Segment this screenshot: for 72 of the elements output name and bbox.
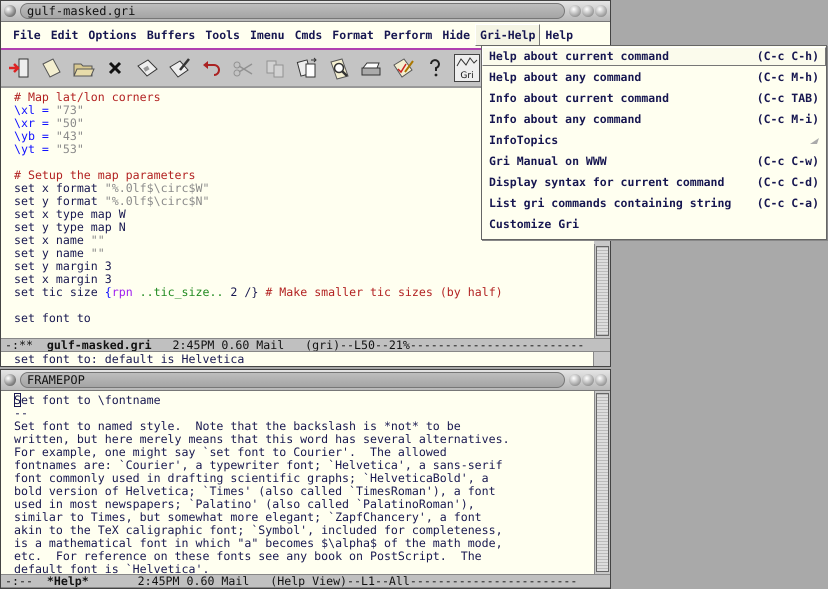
code-line: is a mathematical font in which "a" becomes $\alpha$ of the math mode, xyxy=(14,537,503,550)
checklist-icon[interactable] xyxy=(391,56,415,80)
code-line: akin to the TeX caligraphic font; `Symbol', included for completeness, xyxy=(14,524,503,537)
minimize-button[interactable] xyxy=(569,5,581,17)
code-line: etc. For reference on these fonts see any book on PostScript. The xyxy=(14,550,482,563)
menu-item[interactable]: Edit xyxy=(46,24,84,46)
menu-item[interactable]: Help about any command (C-c M-h) xyxy=(482,68,826,87)
menu-item[interactable]: InfoTopics xyxy=(482,131,826,150)
disk-pen-icon[interactable] xyxy=(167,56,191,80)
code-line: set y type map N xyxy=(14,221,126,234)
scrollbar-corner xyxy=(593,352,610,366)
window-menu-button[interactable] xyxy=(4,5,16,17)
code-line: # Setup the map parameters xyxy=(14,169,196,182)
menu-item[interactable]: Imenu xyxy=(244,24,290,46)
window-title: gulf-masked.gri xyxy=(20,3,565,19)
close-button[interactable] xyxy=(595,374,607,386)
code-line: \xl = "73" xyxy=(14,104,84,117)
code-line: set x name "" xyxy=(14,234,105,247)
close-button[interactable] xyxy=(595,5,607,17)
code-line: used in most newspapers; `Palatino' (also called `PalatinoRoman'), xyxy=(14,498,475,511)
code-line: set font to xyxy=(14,312,91,325)
scrollbar[interactable] xyxy=(594,244,610,338)
menu-item[interactable]: Hide xyxy=(437,24,476,46)
code-line: For example, one might say `set font to Courier'. The allowed xyxy=(14,446,447,459)
code-line: set y margin 3 xyxy=(14,260,112,273)
code-line: Set font to \fontname xyxy=(14,394,161,407)
code-line: set y name "" xyxy=(14,247,105,260)
menu-item[interactable]: Perform xyxy=(378,24,438,46)
scrollbar[interactable] xyxy=(594,391,610,574)
code-line: bold version of Helvetica; `Times' (also called `TimesRoman'), a font xyxy=(14,485,496,498)
maximize-button[interactable] xyxy=(582,5,594,17)
menu-item[interactable]: List gri commands containing string (C-c C-a) xyxy=(482,194,826,213)
code-line: \xr = "50" xyxy=(14,117,84,130)
menu-item[interactable]: Customize Gri xyxy=(482,215,826,234)
door-arrow-icon[interactable] xyxy=(7,56,31,80)
code-line: Set font to named style. Note that the backslash is *not* to be xyxy=(14,420,461,433)
menu-item[interactable]: File xyxy=(8,24,46,46)
menu-item[interactable]: Gri-Help xyxy=(475,24,540,46)
code-line: set x type map W xyxy=(14,208,126,221)
window-menu-button[interactable] xyxy=(4,374,16,386)
code-line: default font is `Helvetica'. xyxy=(14,563,210,574)
menu-item[interactable]: Gri Manual on WWW (C-c C-w) xyxy=(482,152,826,171)
code-line: \yb = "43" xyxy=(14,130,84,143)
menu-item[interactable]: Help about current command (C-c C-h) xyxy=(482,47,826,66)
menu-item[interactable]: Help xyxy=(540,24,578,46)
code-line: set x margin 3 xyxy=(14,273,112,286)
menu-item[interactable]: Buffers xyxy=(142,24,200,46)
menu-item[interactable]: Info about any command (C-c M-i) xyxy=(482,110,826,129)
chart-icon xyxy=(456,56,478,68)
code-line: fontnames are: `Courier', a typewriter font; `Helvetica', a sans-serif xyxy=(14,459,503,472)
gri-button[interactable]: Gri xyxy=(454,54,480,82)
code-line: set tic size {rpn ..tic_size.. 2 /} # Make smaller tic sizes (by half) xyxy=(14,286,503,299)
menu-item[interactable]: Info about current command (C-c TAB) xyxy=(482,89,826,108)
submenu-arrow-icon xyxy=(810,138,819,144)
echo-area: set font to: default is Helvetica xyxy=(1,352,593,366)
code-line: \yt = "53" xyxy=(14,143,84,156)
maximize-button[interactable] xyxy=(582,374,594,386)
code-line: similar to Times, but somewhat more elegant; `ZapfChancery', a font xyxy=(14,511,482,524)
paste-icon[interactable] xyxy=(295,56,319,80)
code-line: font commonly used in drafting scientific graphs; `HelveticaBold', a xyxy=(14,472,489,485)
menu-item[interactable]: Tools xyxy=(200,24,245,46)
menu-item[interactable]: Format xyxy=(327,24,379,46)
menu-item[interactable]: Display syntax for current command (C-c C-d) xyxy=(482,173,826,192)
code-line: set y format "%.0lf$\circ$N" xyxy=(14,195,210,208)
code-line: written, but here merely means that this word has several alternatives. xyxy=(14,433,510,446)
menu-item[interactable]: Cmds xyxy=(290,24,328,46)
window-title: FRAMEPOP xyxy=(20,372,565,388)
code-line: # Map lat/lon corners xyxy=(14,91,161,104)
menu-item[interactable]: Options xyxy=(83,24,142,46)
code-line: -- xyxy=(14,407,28,420)
minimize-button[interactable] xyxy=(569,374,581,386)
code-line: set x format "%.0lf$\circ$W" xyxy=(14,182,210,195)
